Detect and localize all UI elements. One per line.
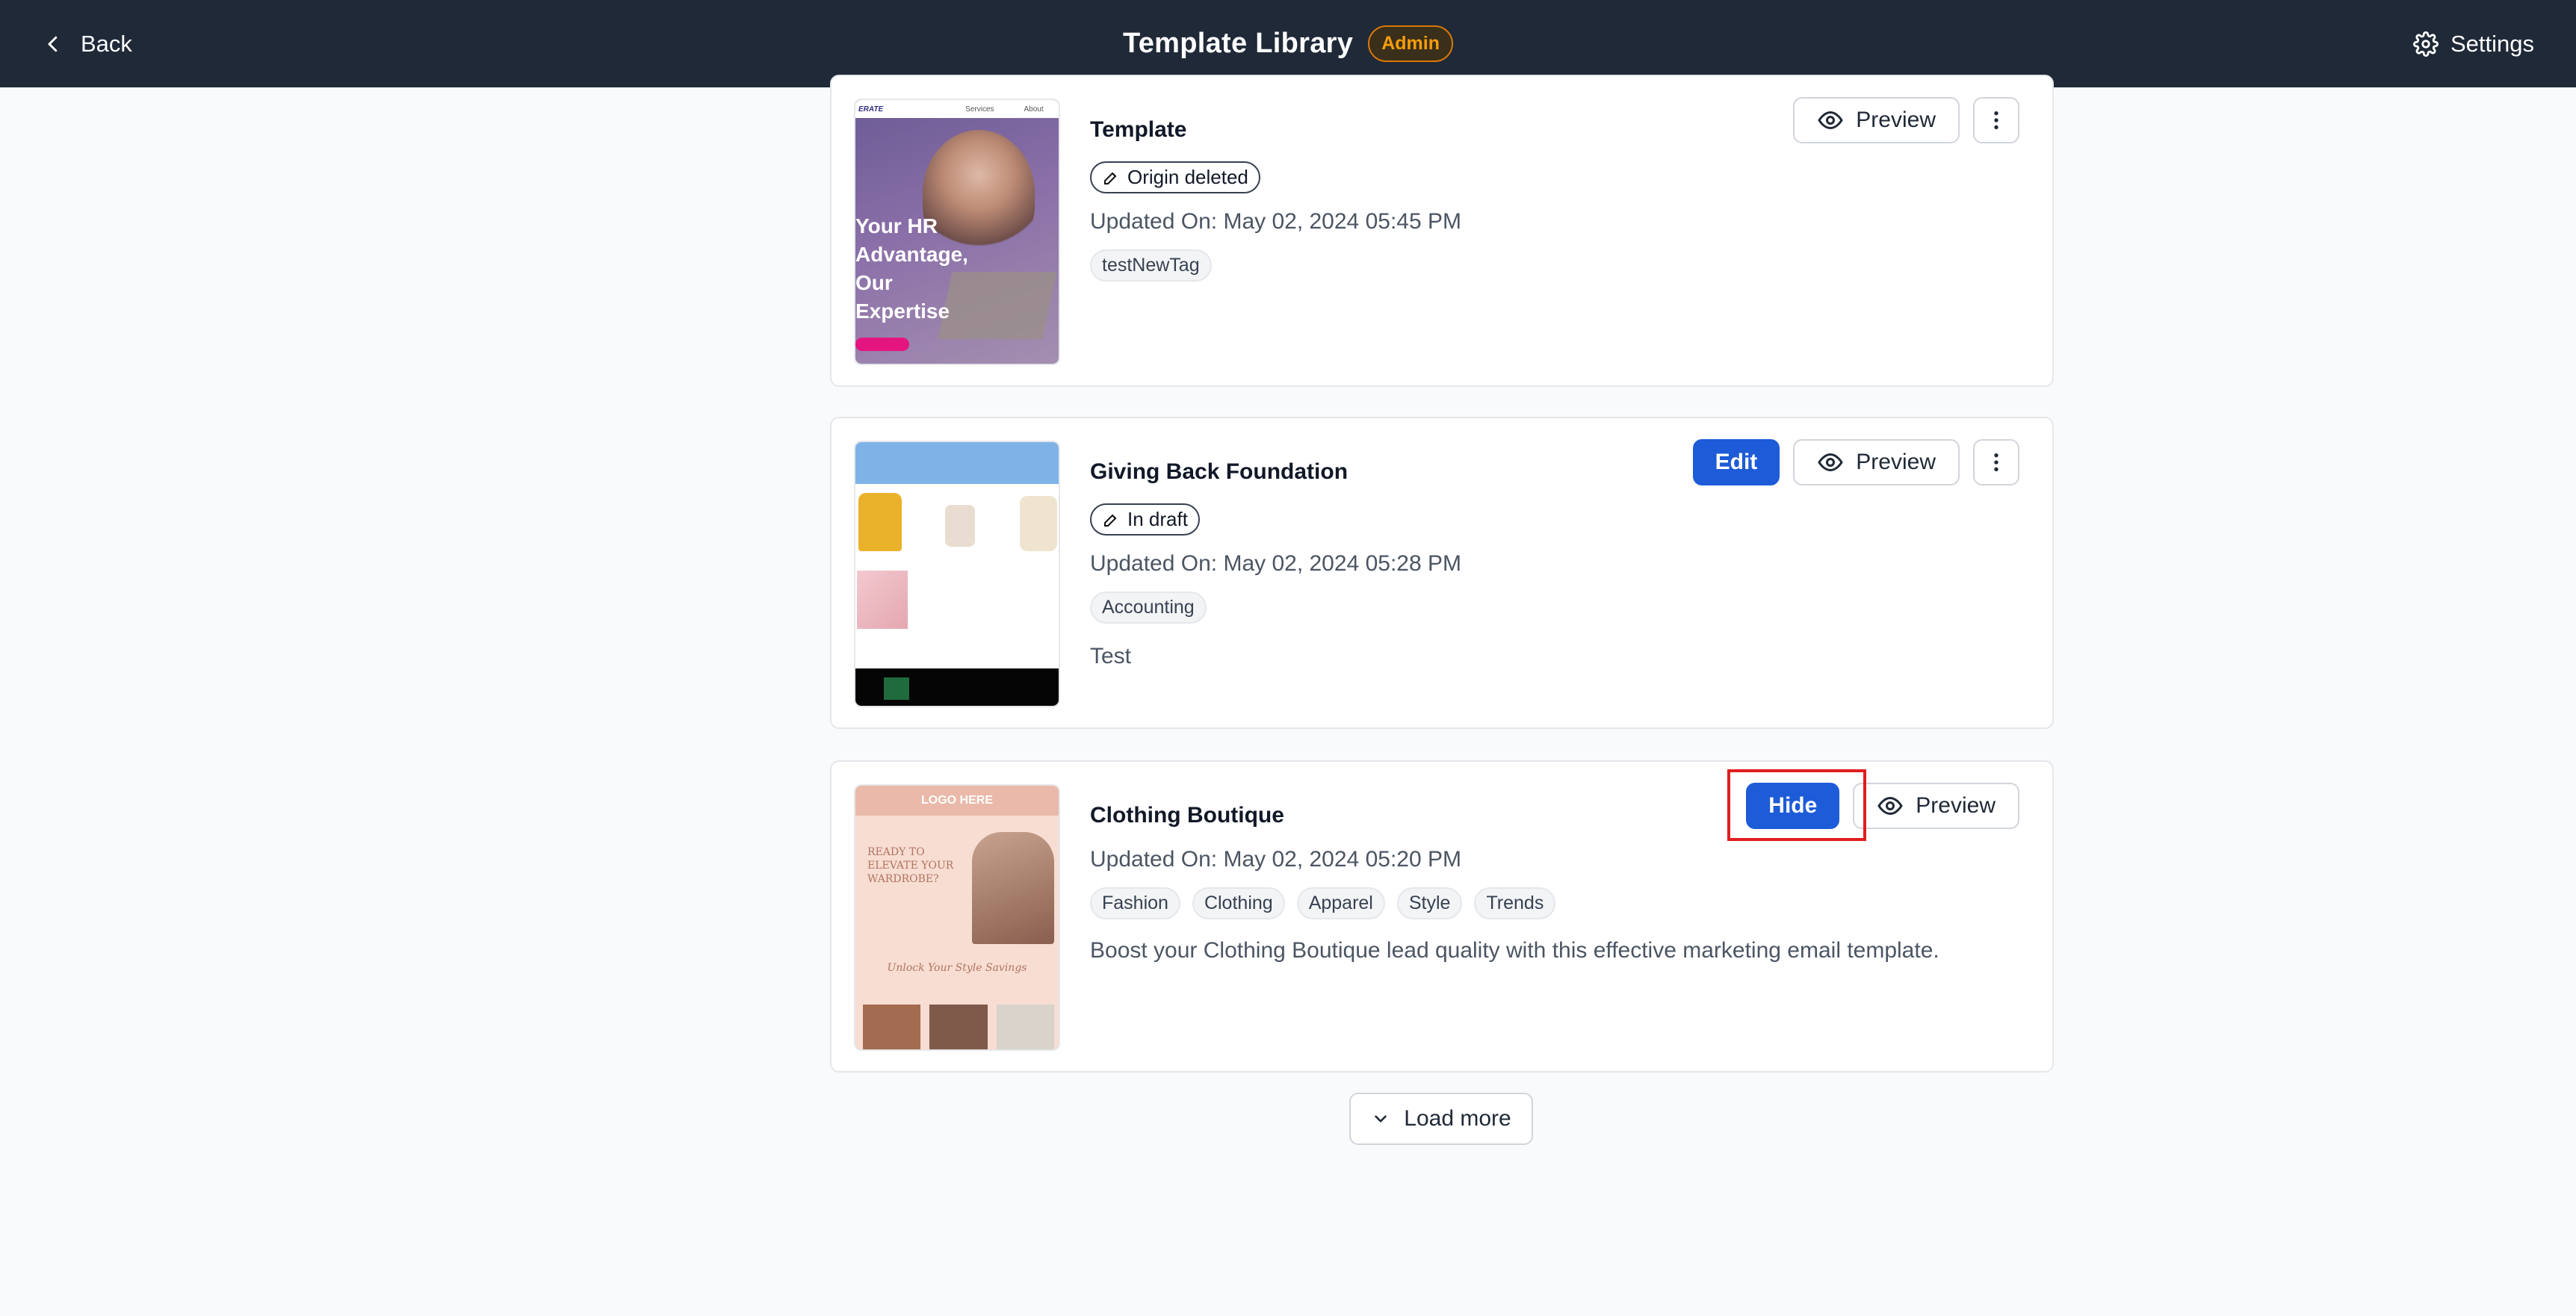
thumb-photo — [972, 832, 1054, 944]
admin-badge: Admin — [1368, 25, 1453, 62]
more-options-button[interactable] — [1973, 97, 2019, 143]
more-options-button[interactable] — [1973, 439, 2019, 485]
status-label: Origin deleted — [1127, 166, 1248, 188]
title-group: Template Library Admin — [1123, 25, 1453, 62]
preview-button[interactable]: Preview — [1793, 97, 1960, 143]
thumb-sub: Unlock Your Style Savings — [887, 962, 1027, 974]
load-more-label: Load more — [1404, 1106, 1511, 1131]
template-description: Boost your Clothing Boutique lead qualit… — [1090, 938, 1939, 963]
updated-date: Updated On: May 02, 2024 05:45 PM — [1090, 209, 1461, 234]
tag: Accounting — [1090, 592, 1207, 624]
status-label: In draft — [1127, 508, 1188, 530]
status-badge: In draft — [1090, 503, 1200, 536]
tag: Trends — [1474, 887, 1556, 919]
thumb-header-band — [855, 442, 1059, 484]
page-title: Template Library — [1123, 28, 1354, 59]
kebab-menu-icon — [1994, 453, 1998, 471]
template-card: ERATE Services About Your HR Advantage, … — [830, 75, 2054, 387]
template-card: LOGO HERE READY TO ELEVATE YOUR WARDROBE… — [830, 760, 2054, 1073]
thumb-nav-item: About — [1024, 105, 1044, 114]
tag: Clothing — [1192, 887, 1285, 919]
thumb-header-band: LOGO HERE — [855, 786, 1059, 816]
thumb-headline-line: Our — [855, 271, 893, 294]
thumb-headline-line: Your HR — [855, 214, 938, 238]
tag: Style — [1396, 887, 1463, 919]
edit-icon — [1104, 514, 1117, 527]
tag-list: Accounting — [1090, 592, 1207, 624]
hide-button-highlight — [1727, 769, 1866, 841]
thumb-product-photo — [857, 571, 908, 629]
card-actions: Edit Preview — [1692, 439, 2019, 485]
thumb-brand: ERATE — [858, 105, 884, 114]
tag-list: Fashion Clothing Apparel Style Trends — [1090, 887, 1556, 919]
card-actions: Preview — [1793, 97, 2019, 143]
eye-icon — [1818, 453, 1844, 472]
template-card: Giving Back Foundation In draft Updated … — [830, 417, 2054, 729]
template-title[interactable]: Clothing Boutique — [1090, 803, 1284, 828]
preview-label: Preview — [1856, 450, 1936, 474]
settings-label: Settings — [2450, 30, 2534, 57]
thumb-product-shirt — [858, 493, 902, 551]
edit-icon — [1104, 172, 1117, 184]
load-more-button[interactable]: Load more — [1349, 1093, 1533, 1145]
thumb-headline: READY TO ELEVATE YOUR WARDROBE? — [867, 846, 954, 885]
thumb-product-jar — [1020, 496, 1057, 551]
back-label: Back — [81, 30, 132, 57]
tag: testNewTag — [1090, 249, 1212, 282]
chevron-down-icon — [1375, 1115, 1387, 1123]
template-title[interactable]: Template — [1090, 117, 1186, 143]
preview-button[interactable]: Preview — [1793, 439, 1960, 485]
thumb-photo-row — [863, 1005, 1054, 1049]
preview-label: Preview — [1916, 793, 1996, 818]
gear-icon — [2413, 31, 2439, 57]
template-thumbnail[interactable] — [854, 441, 1060, 707]
eye-icon — [1877, 796, 1904, 816]
thumb-headline-line: Expertise — [855, 299, 950, 323]
template-thumbnail[interactable]: ERATE Services About Your HR Advantage, … — [854, 99, 1060, 365]
thumb-nav-item: Services — [965, 105, 994, 114]
thumb-logo: LOGO HERE — [920, 794, 993, 807]
template-title[interactable]: Giving Back Foundation — [1090, 459, 1348, 485]
kebab-menu-icon — [1994, 111, 1998, 129]
status-badge: Origin deleted — [1090, 161, 1260, 193]
settings-button[interactable]: Settings — [2413, 0, 2534, 87]
thumb-headline-line: Advantage, — [855, 243, 968, 266]
tag: Apparel — [1296, 887, 1385, 919]
edit-button[interactable]: Edit — [1692, 439, 1780, 485]
thumb-footer-logo — [884, 677, 909, 700]
eye-icon — [1818, 111, 1844, 130]
preview-button[interactable]: Preview — [1853, 783, 2019, 829]
thumb-product-candle — [945, 505, 975, 547]
preview-label: Preview — [1856, 108, 1936, 132]
tag-list: testNewTag — [1090, 249, 1212, 282]
template-description: Test — [1090, 644, 1132, 668]
thumb-cta — [855, 338, 909, 351]
back-button[interactable]: Back — [42, 0, 132, 87]
chevron-left-icon — [48, 36, 58, 52]
template-thumbnail[interactable]: LOGO HERE READY TO ELEVATE YOUR WARDROBE… — [854, 784, 1060, 1051]
tag: Fashion — [1090, 887, 1180, 919]
updated-date: Updated On: May 02, 2024 05:20 PM — [1090, 847, 1461, 872]
updated-date: Updated On: May 02, 2024 05:28 PM — [1090, 551, 1461, 576]
